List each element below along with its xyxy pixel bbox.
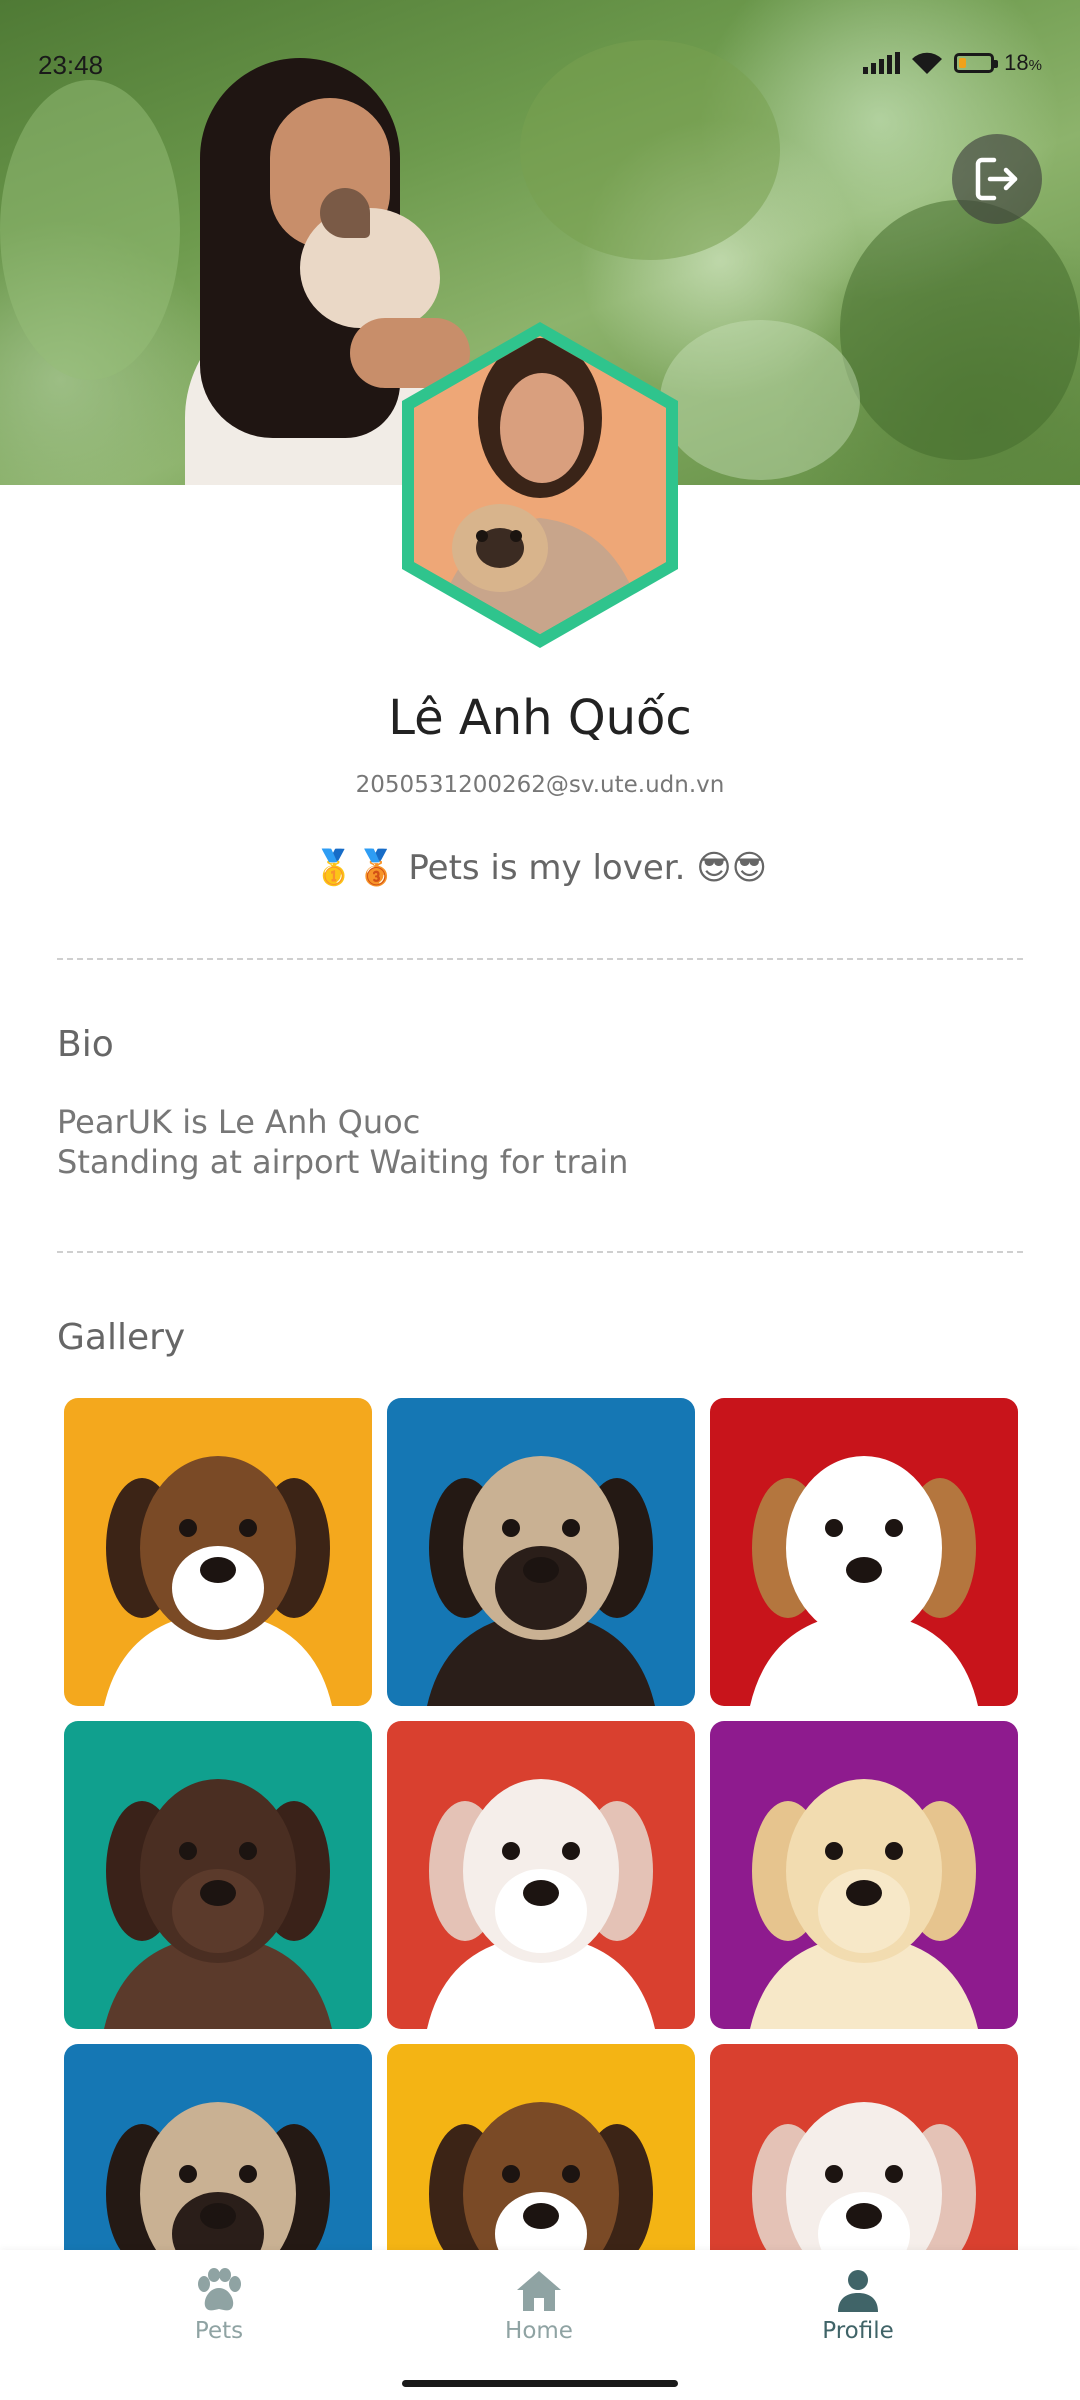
- nav-item-profile[interactable]: Profile: [758, 2268, 958, 2348]
- nav-item-label: Profile: [822, 2318, 894, 2344]
- divider: [57, 958, 1023, 960]
- divider: [57, 1251, 1023, 1253]
- nav-item-label: Home: [505, 2318, 573, 2344]
- puppy-photo: [387, 1398, 695, 1706]
- puppy-photo: [710, 1398, 1018, 1706]
- home-indicator: [402, 2380, 678, 2387]
- puppy-photo: [64, 1398, 372, 1706]
- nav-item-home[interactable]: Home: [439, 2268, 639, 2348]
- battery-icon: [954, 53, 999, 73]
- gallery-grid: [64, 1398, 1018, 2250]
- person-icon: [838, 2270, 878, 2312]
- paw-icon: [198, 2268, 241, 2311]
- puppy-photo: [64, 1721, 372, 2029]
- logout-icon: [975, 157, 1018, 201]
- avatar-hexagon: [402, 322, 678, 648]
- battery-level: 18%: [1004, 50, 1042, 75]
- gallery-item[interactable]: [710, 1721, 1018, 2029]
- puppy-photo: [387, 1721, 695, 2029]
- gallery-item[interactable]: [387, 1398, 695, 1706]
- profile-name: Lê Anh Quốc: [388, 690, 692, 746]
- puppy-photo: [710, 1721, 1018, 2029]
- home-icon: [517, 2271, 561, 2311]
- bio-line: PearUK is Le Anh Quoc: [57, 1103, 421, 1141]
- nav-item-pets[interactable]: Pets: [119, 2268, 319, 2348]
- profile-status: 🥇🥉 Pets is my lover. 😎😎: [312, 848, 768, 888]
- gallery-item[interactable]: [387, 2044, 695, 2250]
- puppy-photo: [710, 2044, 1018, 2250]
- status-bar: 23:48 18%: [0, 0, 1080, 130]
- signal-icon: [863, 52, 901, 74]
- status-time: 23:48: [38, 50, 104, 80]
- bottom-nav: Pets Home Profile: [0, 2250, 1080, 2400]
- gallery-item[interactable]: [64, 2044, 372, 2250]
- gallery-item[interactable]: [710, 1398, 1018, 1706]
- gallery-item[interactable]: [710, 2044, 1018, 2250]
- puppy-photo: [387, 2044, 695, 2250]
- logout-button[interactable]: [952, 134, 1042, 224]
- gallery-heading: Gallery: [57, 1317, 186, 1358]
- bio-text: PearUK is Le Anh Quoc Standing at airpor…: [57, 1102, 1017, 1182]
- profile-screen: 23:48 18% Lê Anh Quốc 2050531200262@sv.u…: [0, 0, 1080, 2400]
- bio-line: Standing at airport Waiting for train: [57, 1143, 629, 1181]
- gallery-item[interactable]: [64, 1721, 372, 2029]
- bio-heading: Bio: [57, 1024, 114, 1065]
- nav-item-label: Pets: [194, 2318, 244, 2344]
- gallery-item[interactable]: [64, 1398, 372, 1706]
- gallery: [64, 1398, 1018, 2250]
- profile-email: 2050531200262@sv.ute.udn.vn: [355, 772, 725, 798]
- puppy-photo: [64, 2044, 372, 2250]
- gallery-item[interactable]: [387, 1721, 695, 2029]
- wifi-icon: [912, 52, 943, 74]
- status-icons: 18%: [863, 50, 1042, 76]
- avatar[interactable]: [390, 318, 690, 652]
